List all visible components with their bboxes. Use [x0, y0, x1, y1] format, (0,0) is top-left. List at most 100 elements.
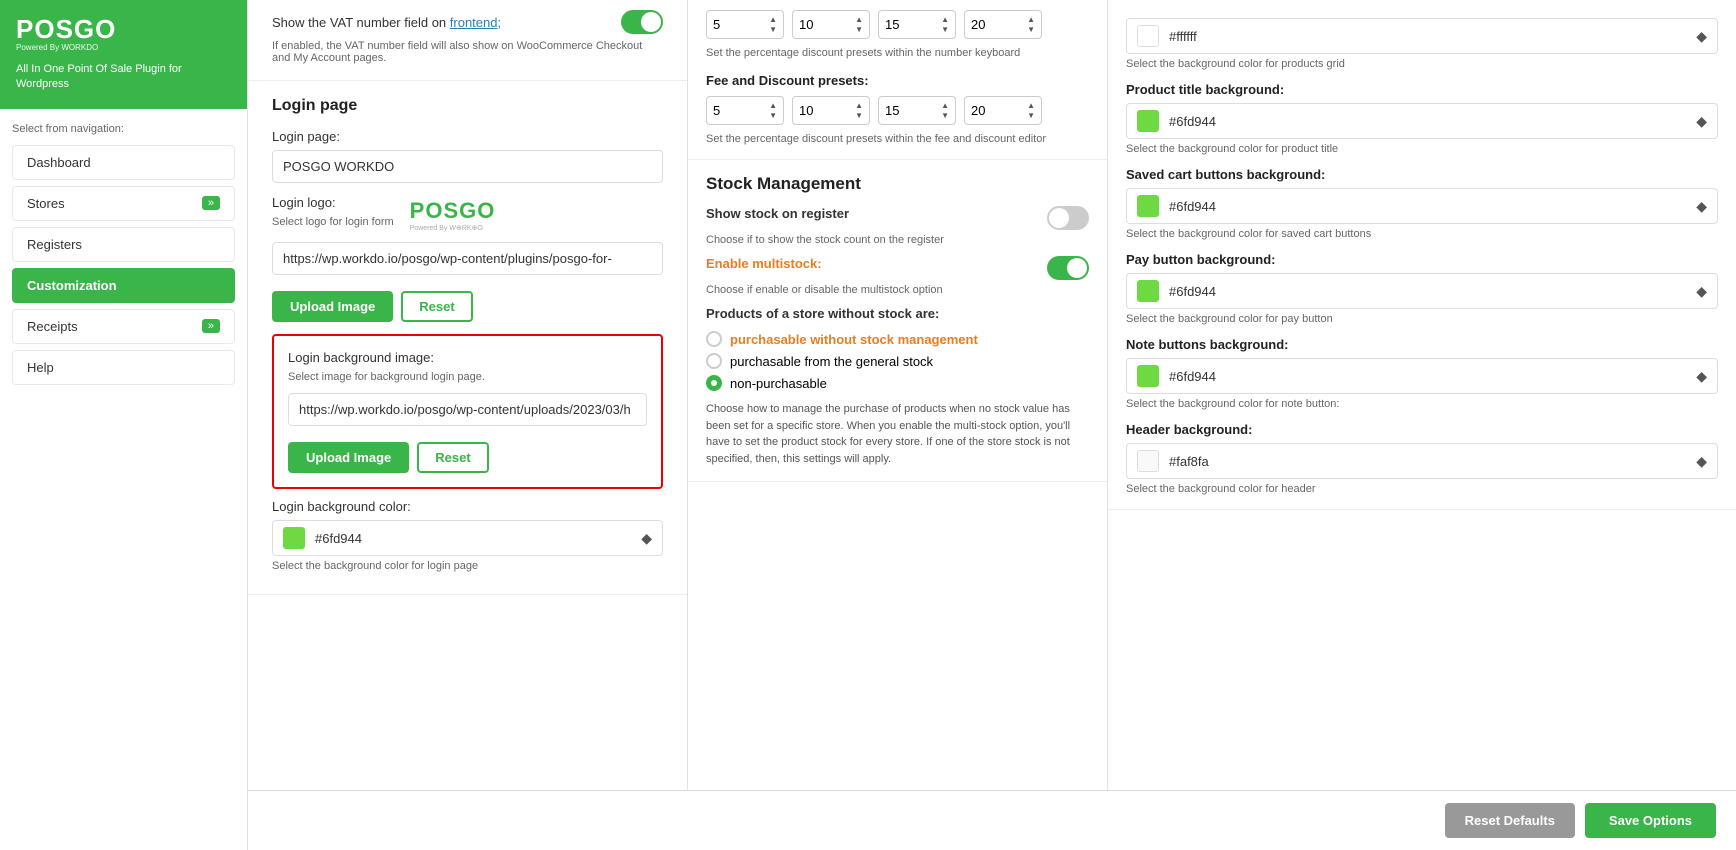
stock-description: Choose how to manage the purchase of pro…: [706, 401, 1089, 467]
pay-btn-bg-label: Pay button background:: [1126, 252, 1718, 267]
fee-spin-2: ▲ ▼: [855, 101, 863, 120]
grid-bg-color-row[interactable]: #ffffff ◆: [1126, 18, 1718, 54]
bg-image-url-input[interactable]: [288, 393, 647, 426]
sidebar-item-stores[interactable]: Stores »: [12, 186, 235, 221]
fee-spin-up-2[interactable]: ▲: [855, 101, 863, 111]
spin-down-4[interactable]: ▼: [1027, 25, 1035, 35]
show-stock-toggle[interactable]: [1047, 206, 1089, 230]
sidebar-item-registers[interactable]: Registers: [12, 227, 235, 262]
preset-input-4[interactable]: 20 ▲ ▼: [964, 10, 1042, 39]
bg-color-swatch: [283, 527, 305, 549]
grid-color-picker-icon[interactable]: ◆: [1696, 28, 1707, 45]
bg-color-row[interactable]: #6fd944 ◆: [272, 520, 663, 556]
sidebar-item-customization[interactable]: Customization: [12, 268, 235, 303]
sidebar-item-help[interactable]: Help: [12, 350, 235, 385]
sidebar-item-label: Receipts: [27, 319, 78, 334]
discount-presets-section: 5 ▲ ▼ 10 ▲ ▼ 15 ▲: [688, 0, 1107, 160]
multistock-toggle[interactable]: [1047, 256, 1089, 280]
product-title-picker-icon[interactable]: ◆: [1696, 113, 1707, 130]
pay-btn-picker-icon[interactable]: ◆: [1696, 283, 1707, 300]
radio-purchasable-no-mgmt[interactable]: purchasable without stock management: [706, 331, 1089, 347]
products-label: Products of a store without stock are:: [706, 306, 1089, 321]
stock-management-section: Stock Management Show stock on register …: [688, 160, 1107, 482]
color-settings: #ffffff ◆ Select the background color fo…: [1108, 0, 1736, 510]
reset-defaults-button[interactable]: Reset Defaults: [1445, 803, 1575, 838]
fee-val-4: 20: [971, 103, 1027, 118]
fee-spin-down-3[interactable]: ▼: [941, 111, 949, 121]
pay-btn-bg-row[interactable]: #6fd944 ◆: [1126, 273, 1718, 309]
login-section-title: Login page: [272, 97, 663, 115]
logo-url-input[interactable]: [272, 242, 663, 275]
fee-spin-up-4[interactable]: ▲: [1027, 101, 1035, 111]
note-btn-bg-row[interactable]: #6fd944 ◆: [1126, 358, 1718, 394]
bg-image-label: Login background image:: [288, 350, 647, 365]
spin-up-4[interactable]: ▲: [1027, 15, 1035, 25]
pay-btn-swatch: [1137, 280, 1159, 302]
fee-spin-down-2[interactable]: ▼: [855, 111, 863, 121]
preview-posgo: POSGO: [410, 198, 496, 224]
product-title-bg-section: Product title background: #6fd944 ◆ Sele…: [1126, 82, 1718, 155]
spin-down-2[interactable]: ▼: [855, 25, 863, 35]
spin-down-1[interactable]: ▼: [769, 25, 777, 35]
upload-image-button-1[interactable]: Upload Image: [272, 291, 393, 322]
color-picker-icon[interactable]: ◆: [641, 530, 652, 547]
sidebar-item-label: Registers: [27, 237, 82, 252]
sidebar-item-dashboard[interactable]: Dashboard: [12, 145, 235, 180]
fee-input-3[interactable]: 15 ▲ ▼: [878, 96, 956, 125]
reset-button-1[interactable]: Reset: [401, 291, 472, 322]
radio-non-purchasable[interactable]: non-purchasable: [706, 375, 1089, 391]
fee-spin-up-1[interactable]: ▲: [769, 101, 777, 111]
logo-btn-row: Upload Image Reset: [272, 291, 663, 322]
save-options-button[interactable]: Save Options: [1585, 803, 1716, 838]
spin-up-1[interactable]: ▲: [769, 15, 777, 25]
fee-input-1[interactable]: 5 ▲ ▼: [706, 96, 784, 125]
upload-image-button-2[interactable]: Upload Image: [288, 442, 409, 473]
login-page-input[interactable]: [272, 150, 663, 183]
login-page-section: Login page Login page: Login logo: Selec…: [248, 81, 687, 595]
select-logo-sublabel: Select logo for login form: [272, 216, 394, 228]
saved-cart-bg-row[interactable]: #6fd944 ◆: [1126, 188, 1718, 224]
nav-label: Select from navigation:: [12, 123, 235, 135]
multistock-sub: Choose if enable or disable the multisto…: [706, 284, 1089, 296]
vat-link[interactable]: frontend;: [450, 15, 501, 30]
radio-group: purchasable without stock management pur…: [706, 331, 1089, 391]
header-bg-sub: Select the background color for header: [1126, 483, 1718, 495]
sidebar-item-receipts[interactable]: Receipts »: [12, 309, 235, 344]
product-title-bg-row[interactable]: #6fd944 ◆: [1126, 103, 1718, 139]
sidebar-header: POSGO Powered By WORKDO All In One Point…: [0, 0, 247, 109]
preview-workdo: Powered By W⊕RK⊕O: [410, 224, 483, 232]
spin-up-3[interactable]: ▲: [941, 15, 949, 25]
preset-input-2[interactable]: 10 ▲ ▼: [792, 10, 870, 39]
fee-input-2[interactable]: 10 ▲ ▼: [792, 96, 870, 125]
reset-button-2[interactable]: Reset: [417, 442, 488, 473]
spin-down-3[interactable]: ▼: [941, 25, 949, 35]
preset-input-3[interactable]: 15 ▲ ▼: [878, 10, 956, 39]
saved-cart-value: #6fd944: [1169, 199, 1696, 214]
radio-purchasable-general[interactable]: purchasable from the general stock: [706, 353, 1089, 369]
header-bg-picker-icon[interactable]: ◆: [1696, 453, 1707, 470]
login-page-label: Login page:: [272, 129, 663, 144]
stock-title: Stock Management: [706, 174, 1089, 194]
middle-panel: Show the VAT number field on frontend; I…: [248, 0, 688, 850]
fee-spin-up-3[interactable]: ▲: [941, 101, 949, 111]
preset-val-2: 10: [799, 17, 855, 32]
note-btn-bg-label: Note buttons background:: [1126, 337, 1718, 352]
fee-val-3: 15: [885, 103, 941, 118]
spin-up-2[interactable]: ▲: [855, 15, 863, 25]
preset-input-1[interactable]: 5 ▲ ▼: [706, 10, 784, 39]
header-bg-section: Header background: #faf8fa ◆ Select the …: [1126, 422, 1718, 495]
radio-circle-1: [706, 331, 722, 347]
saved-cart-picker-icon[interactable]: ◆: [1696, 198, 1707, 215]
note-btn-picker-icon[interactable]: ◆: [1696, 368, 1707, 385]
header-bg-row[interactable]: #faf8fa ◆: [1126, 443, 1718, 479]
vat-toggle[interactable]: [621, 10, 663, 34]
fee-val-1: 5: [713, 103, 769, 118]
pay-btn-sub: Select the background color for pay butt…: [1126, 313, 1718, 325]
fee-spin-3: ▲ ▼: [941, 101, 949, 120]
fee-label: Fee and Discount presets:: [706, 73, 1089, 88]
pay-btn-value: #6fd944: [1169, 284, 1696, 299]
sidebar-item-label: Dashboard: [27, 155, 91, 170]
fee-spin-down-1[interactable]: ▼: [769, 111, 777, 121]
fee-input-4[interactable]: 20 ▲ ▼: [964, 96, 1042, 125]
fee-spin-down-4[interactable]: ▼: [1027, 111, 1035, 121]
